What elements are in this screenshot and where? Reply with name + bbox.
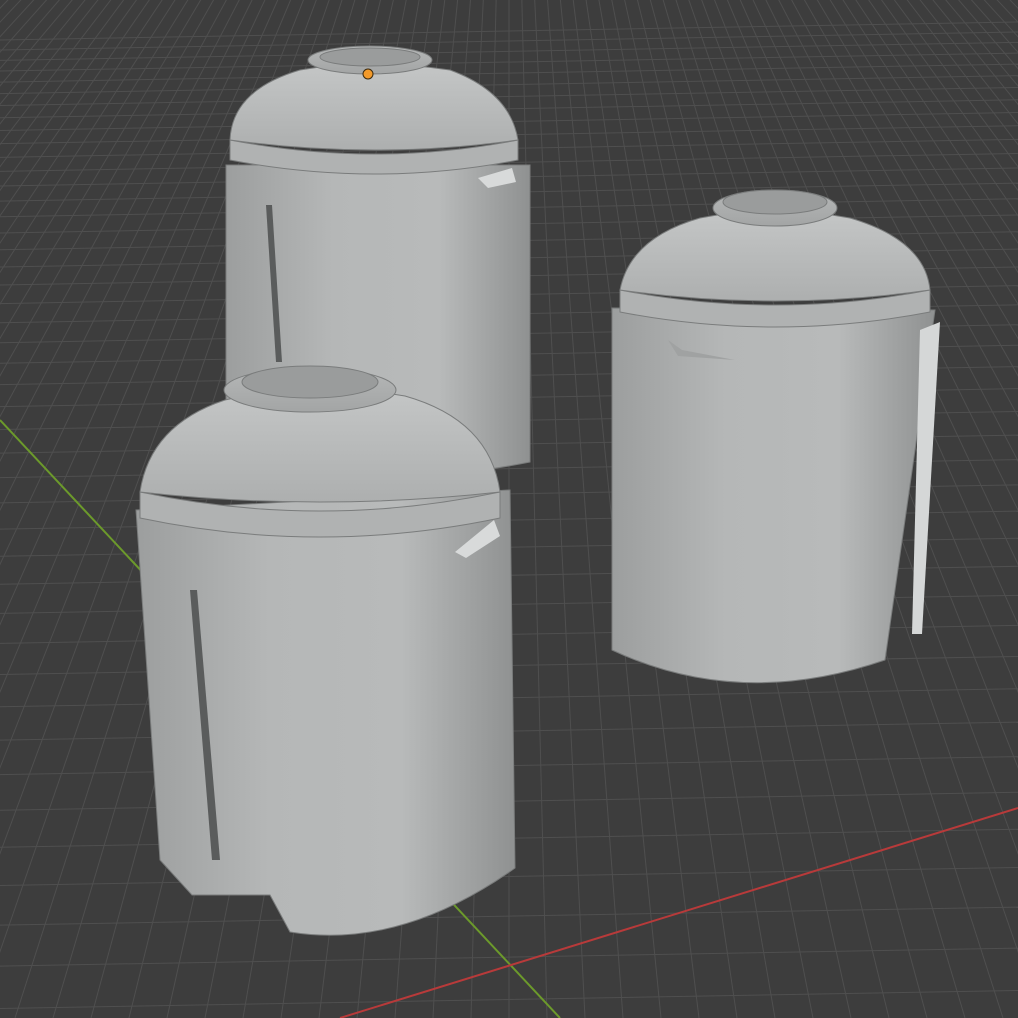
canister-opening bbox=[241, 365, 379, 399]
3d-viewport[interactable] bbox=[0, 0, 1018, 1018]
canister-body bbox=[611, 307, 936, 684]
grid-line bbox=[534, 0, 586, 1018]
canister-opening bbox=[722, 189, 828, 215]
viewport-scene[interactable] bbox=[0, 0, 1018, 1018]
canister-body bbox=[135, 489, 516, 936]
canister-right[interactable] bbox=[611, 189, 940, 684]
origin-marker[interactable] bbox=[362, 68, 374, 80]
canister-front-left[interactable] bbox=[135, 365, 516, 936]
canister-opening bbox=[319, 47, 421, 67]
